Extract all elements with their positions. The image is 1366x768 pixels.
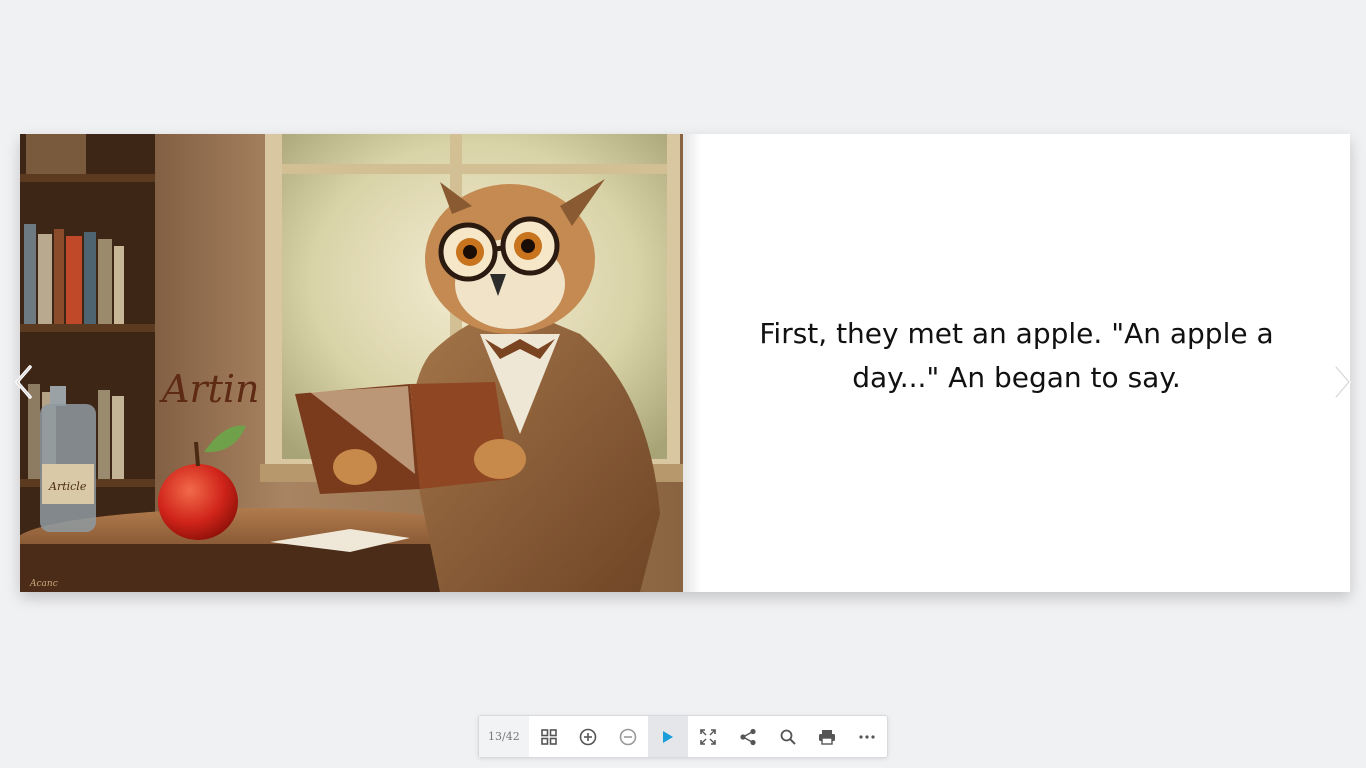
- zoom-out-button[interactable]: [608, 716, 648, 757]
- story-text: First, they met an apple. "An apple a da…: [759, 317, 1274, 394]
- next-page-button[interactable]: [1328, 362, 1358, 402]
- left-page: Artin Article Acanc: [20, 134, 683, 592]
- fullscreen-icon: [700, 728, 716, 745]
- svg-text:Article: Article: [48, 480, 87, 493]
- search-icon: [780, 729, 796, 745]
- previous-page-button[interactable]: [8, 362, 38, 402]
- zoom-in-icon: [580, 728, 597, 745]
- chevron-left-icon: [15, 365, 32, 399]
- play-icon: [663, 730, 674, 743]
- thumbnails-button[interactable]: [529, 716, 569, 757]
- zoom-in-button[interactable]: [569, 716, 609, 757]
- print-icon: [819, 729, 836, 745]
- page-counter[interactable]: 13/42: [479, 716, 529, 757]
- flipbook: Artin Article Acanc First, they met an a…: [20, 134, 1350, 592]
- right-page: First, they met an apple. "An apple a da…: [683, 134, 1350, 592]
- search-button[interactable]: [768, 716, 808, 757]
- share-button[interactable]: [728, 716, 768, 757]
- svg-text:Acanc: Acanc: [29, 579, 58, 589]
- autoplay-button[interactable]: [648, 716, 688, 757]
- print-button[interactable]: [807, 716, 847, 757]
- more-icon: [859, 734, 875, 739]
- more-button[interactable]: [847, 716, 887, 757]
- fullscreen-button[interactable]: [688, 716, 728, 757]
- share-icon: [740, 728, 756, 745]
- svg-text:Artin: Artin: [159, 367, 260, 411]
- chevron-right-icon: [1334, 365, 1351, 399]
- grid-icon: [540, 728, 557, 745]
- viewer-toolbar: 13/42: [478, 715, 888, 758]
- owl-reading-book-illustration: Artin Article Acanc: [20, 134, 683, 592]
- zoom-out-icon: [619, 728, 637, 745]
